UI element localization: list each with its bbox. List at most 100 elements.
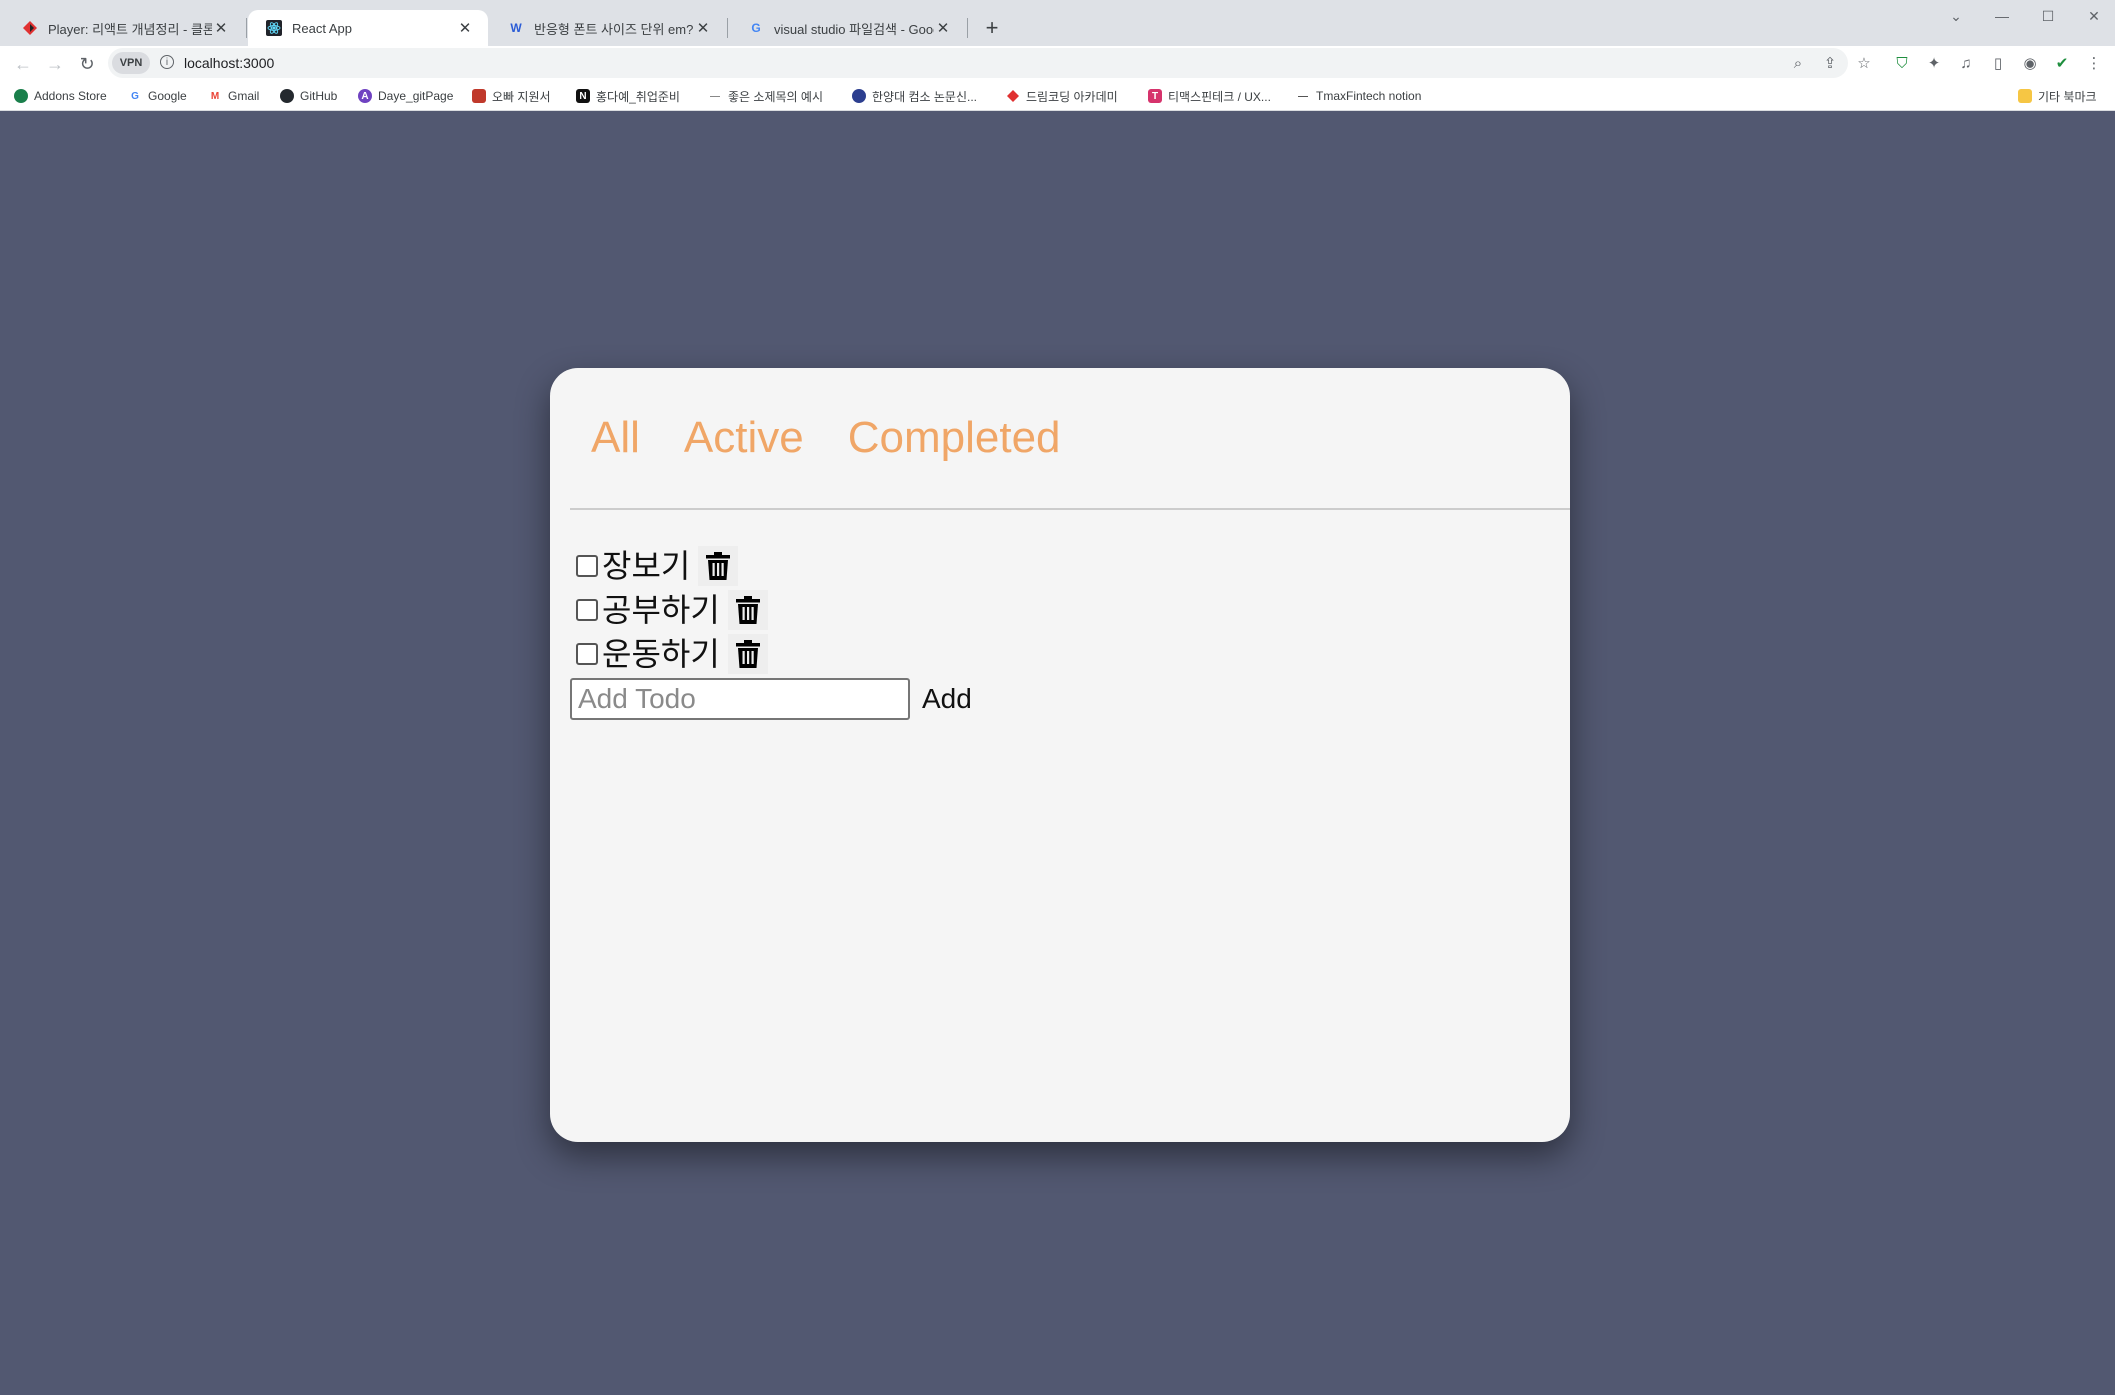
bookmark-item[interactable]: GitHub [280,86,337,106]
notion-icon: N [576,89,590,103]
close-icon[interactable]: ✕ [934,19,952,37]
bookmark-label: Google [148,89,187,103]
todo-item: 공부하기 [576,588,768,632]
bookmark-item[interactable]: — 좋은 소제목의 예시 [708,86,823,106]
bookmark-label: GitHub [300,89,338,103]
bookmark-star-icon[interactable]: ☆ [1852,51,1876,75]
todo-item: 장보기 [576,544,768,588]
bookmark-label: 오빠 지원서 [492,89,551,104]
filter-bar: All Active Completed [550,410,1064,470]
google-icon: G [131,90,139,102]
todo-list: 장보기 공부하기 운동하기 [576,544,768,676]
add-todo-input[interactable] [570,678,910,720]
adblock-icon[interactable]: ⛉ [1890,51,1914,75]
shield-check-icon[interactable]: ✔ [2050,51,2074,75]
maximize-icon[interactable]: ☐ [2028,2,2068,30]
media-control-icon[interactable]: ♫ [1954,51,1978,75]
todo-text: 공부하기 [602,592,720,628]
bookmark-item[interactable]: Addons Store [14,86,107,106]
dash-icon: — [1298,90,1308,102]
bookmarks-bar: Addons Store G Google M Gmail GitHub A Daye… [0,82,2115,111]
react-icon [266,20,282,36]
github-icon [280,89,294,103]
tab-title: Player: 리액트 개념정리 - 클론코 [48,21,212,37]
bookmark-label: 홍다예_취업준비 [596,89,680,104]
header-divider [570,508,1570,510]
bookmark-item[interactable]: N 홍다예_취업준비 [576,86,680,106]
profile-icon[interactable]: ◉ [2018,51,2042,75]
tmax-icon: T [1148,89,1162,103]
window-close-icon[interactable]: ✕ [2074,2,2114,30]
bookmark-item[interactable]: 드림코딩 아카데미 [1006,86,1118,106]
forward-arrow-icon[interactable]: → [42,51,68,77]
trash-icon [706,552,731,580]
todo-text: 운동하기 [602,636,720,672]
todo-checkbox[interactable] [576,555,598,577]
filter-completed-button[interactable]: Completed [848,410,1061,470]
close-icon[interactable]: ✕ [212,19,230,37]
dreamcoding-icon [1006,89,1020,103]
url-text[interactable]: localhost:3000 [184,55,274,71]
bookmark-item[interactable]: 한양대 컴소 논문신... [852,86,977,106]
todo-checkbox[interactable] [576,599,598,621]
trash-icon [735,640,760,668]
gmail-icon: M [210,90,220,102]
info-icon[interactable]: i [160,55,174,69]
bookmark-item[interactable]: A Daye_gitPage [358,86,453,106]
tab-title: React App [292,20,352,36]
vpn-badge[interactable]: VPN [112,52,150,74]
delete-button[interactable] [727,634,768,674]
bookmark-label: 좋은 소제목의 예시 [728,89,823,104]
bookmark-item[interactable]: T 티맥스핀테크 / UX... [1148,86,1271,106]
todo-checkbox[interactable] [576,643,598,665]
todo-text: 장보기 [602,548,691,584]
browser-tab-player[interactable]: Player: 리액트 개념정리 - 클론코 ✕ [4,10,244,46]
extensions-icon[interactable]: ✦ [1922,51,1946,75]
close-icon[interactable]: ✕ [456,19,474,37]
bookmark-icon [14,89,28,103]
back-arrow-icon[interactable]: ← [10,51,36,77]
zoom-icon[interactable]: ⌕ [1788,53,1808,73]
side-panel-icon[interactable]: ▯ [1986,51,2010,75]
minimize-icon[interactable]: — [1982,2,2022,30]
tab-separator [246,18,247,38]
bookmark-label: Daye_gitPage [378,89,454,103]
bookmark-label: 한양대 컴소 논문신... [872,89,977,104]
share-icon[interactable]: ⇪ [1820,53,1840,73]
browser-tab-react-app[interactable]: React App ✕ [248,10,488,46]
doc-icon [472,89,486,103]
university-icon [852,89,866,103]
todo-item: 운동하기 [576,632,768,676]
bookmark-item[interactable]: 오빠 지원서 [472,86,551,106]
new-tab-button[interactable]: + [978,14,1006,42]
delete-button[interactable] [727,590,768,630]
tab-title: visual studio 파일검색 - Google [774,21,934,37]
delete-button[interactable] [698,546,739,586]
filter-all-button[interactable]: All [591,410,640,470]
bookmark-label: 드림코딩 아카데미 [1026,89,1118,104]
browser-tab-google-search[interactable]: G visual studio 파일검색 - Google ✕ [730,10,966,46]
bookmark-item[interactable]: — TmaxFintech notion [1296,86,1421,106]
folder-icon [2018,89,2032,103]
browser-tab-font-size[interactable]: W 반응형 폰트 사이즈 단위 em? re ✕ [490,10,726,46]
browser-toolbar: ← → ↻ VPN i localhost:3000 ⌕ ⇪ ☆ ⛉ ✦ ♫ ▯… [0,46,2115,82]
bookmark-label: 기타 북마크 [2038,89,2097,104]
trash-icon [735,596,760,624]
tab-search-icon[interactable]: ⌄ [1936,2,1976,30]
tab-separator [967,18,968,38]
bookmark-label: Gmail [228,89,260,103]
menu-kebab-icon[interactable]: ⋮ [2082,51,2106,75]
add-todo-form: Add [570,678,978,720]
address-bar[interactable]: VPN i localhost:3000 ⌕ ⇪ [108,48,1848,78]
tab-strip: Player: 리액트 개념정리 - 클론코 ✕ React App ✕ W 반… [0,0,2115,46]
reload-icon[interactable]: ↻ [74,51,100,77]
other-bookmarks-folder[interactable]: 기타 북마크 [2018,86,2097,106]
dreamcoding-icon [22,20,38,36]
close-icon[interactable]: ✕ [694,19,712,37]
bookmark-label: Addons Store [34,89,107,103]
bookmark-item[interactable]: G Google [128,86,187,106]
bookmark-item[interactable]: M Gmail [208,86,260,106]
add-button[interactable]: Add [916,678,978,720]
tab-title: 반응형 폰트 사이즈 단위 em? re [534,21,694,37]
filter-active-button[interactable]: Active [684,410,804,470]
